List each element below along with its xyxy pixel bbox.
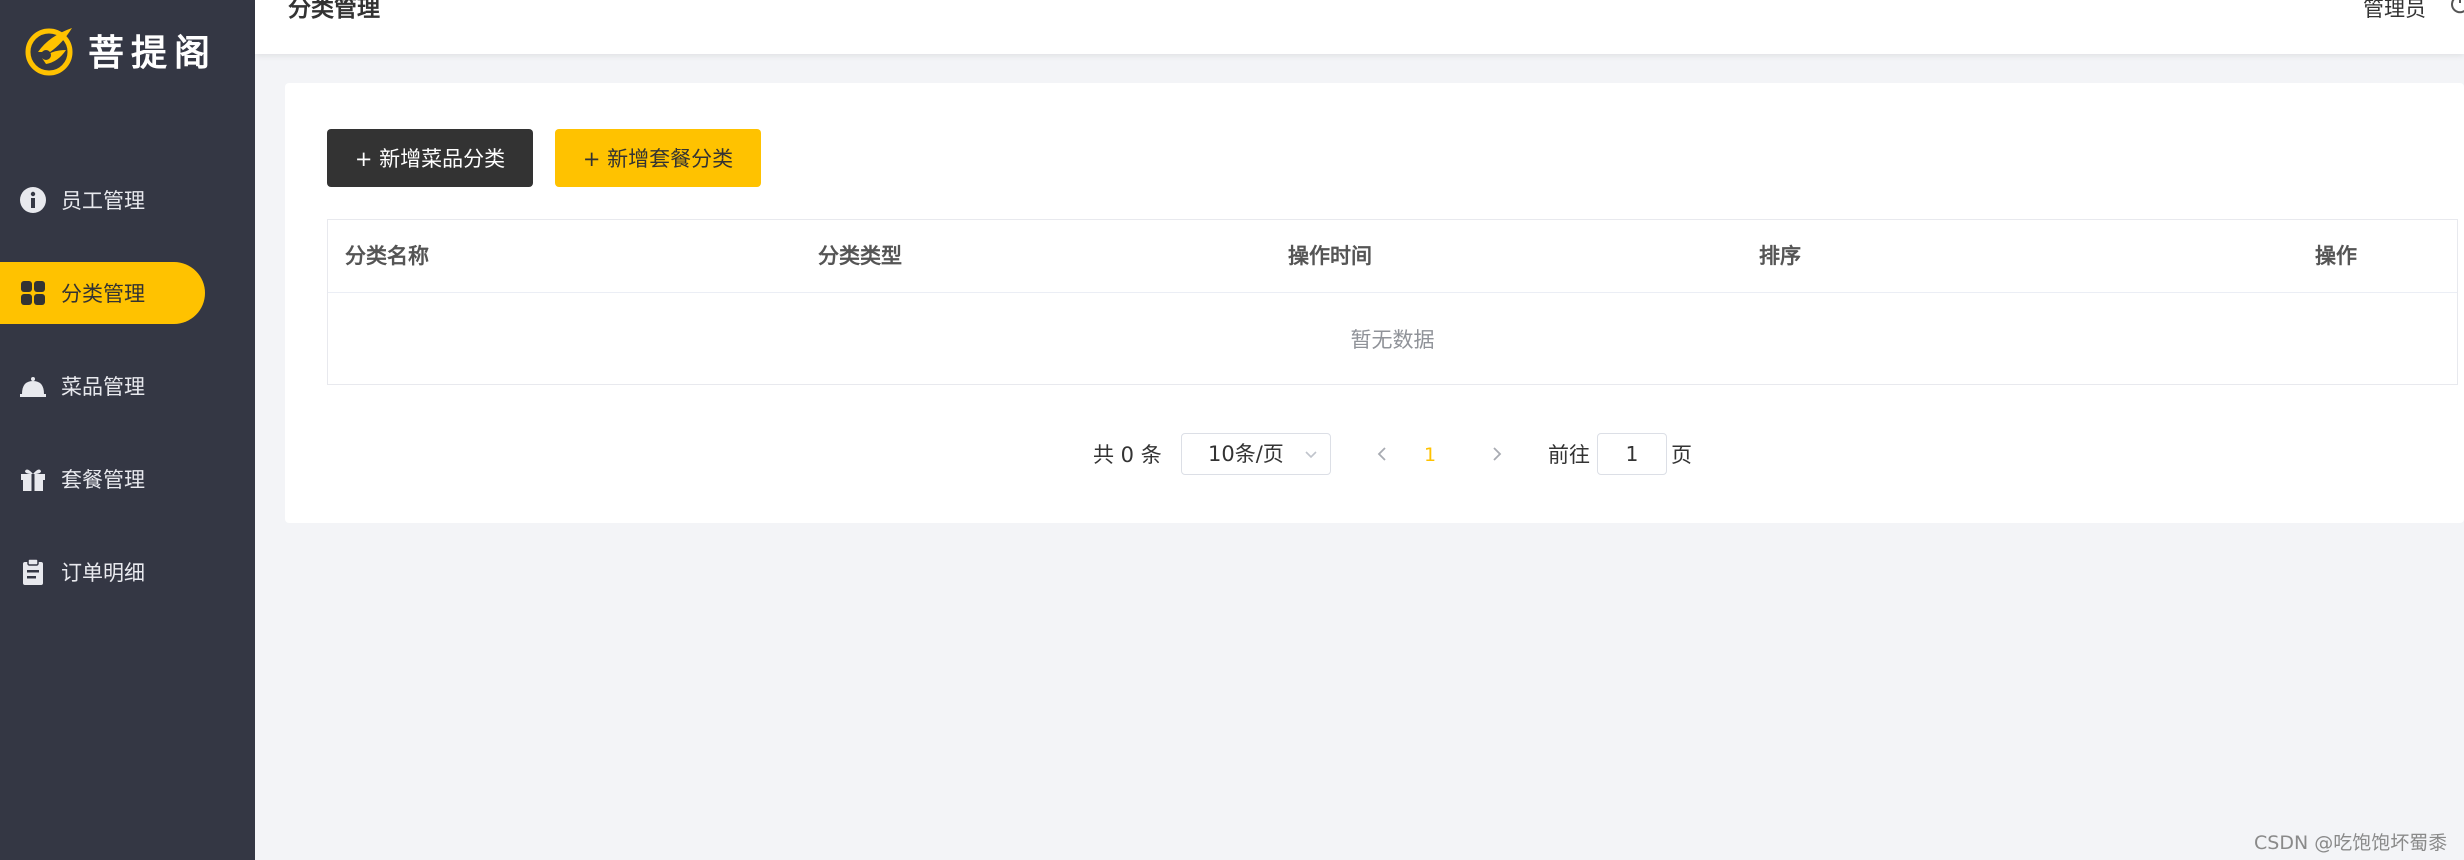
- pagination-total: 共 0 条: [1093, 443, 1162, 467]
- sidebar-item-label: 订单明细: [61, 561, 145, 585]
- add-dish-category-button[interactable]: + 新增菜品分类: [327, 129, 533, 187]
- column-header-time: 操作时间: [1288, 244, 1372, 268]
- logo-text: 菩提阁: [88, 33, 218, 74]
- sidebar-item-order[interactable]: 订单明细: [0, 541, 255, 603]
- power-icon[interactable]: [2448, 0, 2464, 16]
- column-header-action: 操作: [2315, 244, 2357, 268]
- pagination: 共 0 条 10条/页 1 前往 页: [285, 433, 2464, 477]
- sidebar-item-employee[interactable]: 员工管理: [0, 169, 255, 231]
- add-setmeal-category-button[interactable]: + 新增套餐分类: [555, 129, 761, 187]
- employee-icon: [18, 185, 48, 215]
- sidebar: 菩提阁 员工管理 分类管理 菜品管理 套餐管理 订单明细: [0, 0, 255, 860]
- sidebar-item-category[interactable]: 分类管理: [0, 262, 205, 324]
- logo-icon: [25, 28, 73, 76]
- header: 分类管理 管理员: [255, 0, 2464, 54]
- user-name[interactable]: 管理员: [2363, 0, 2426, 24]
- category-table: 分类名称 分类类型 操作时间 排序 操作 暂无数据: [327, 219, 2458, 385]
- content-card: + 新增菜品分类 + 新增套餐分类 分类名称 分类类型 操作时间 排序 操作 暂…: [285, 83, 2464, 523]
- sidebar-item-label: 员工管理: [61, 189, 145, 213]
- sidebar-item-setmeal[interactable]: 套餐管理: [0, 448, 255, 510]
- page-size-value: 10条/页: [1208, 442, 1284, 466]
- category-grid-icon: [18, 278, 48, 308]
- sidebar-item-label: 分类管理: [61, 282, 145, 306]
- clipboard-icon: [18, 557, 48, 587]
- goto-label: 前往: [1548, 443, 1590, 467]
- sidebar-item-label: 套餐管理: [61, 468, 145, 492]
- page-size-select[interactable]: 10条/页: [1181, 433, 1331, 475]
- dish-cloche-icon: [18, 371, 48, 401]
- sidebar-item-dish[interactable]: 菜品管理: [0, 355, 255, 417]
- sidebar-menu: 员工管理 分类管理 菜品管理 套餐管理 订单明细: [0, 169, 255, 634]
- goto-suffix: 页: [1671, 443, 1692, 467]
- next-page-icon[interactable]: [1486, 443, 1508, 465]
- column-header-sort: 排序: [1759, 244, 1801, 268]
- chevron-down-icon: [1305, 451, 1317, 459]
- column-header-name: 分类名称: [345, 244, 429, 268]
- column-header-type: 分类类型: [818, 244, 902, 268]
- page-number-current[interactable]: 1: [1424, 433, 1436, 477]
- gift-box-icon: [18, 464, 48, 494]
- watermark: CSDN @吃饱饱坏蜀黍: [2254, 832, 2448, 854]
- goto-page-input[interactable]: [1597, 433, 1667, 475]
- table-empty-text: 暂无数据: [1350, 327, 1435, 352]
- table-header: 分类名称 分类类型 操作时间 排序 操作: [328, 220, 2457, 293]
- sidebar-item-label: 菜品管理: [61, 375, 145, 399]
- app-root: 菩提阁 员工管理 分类管理 菜品管理 套餐管理 订单明细 分类管理 管理员 + …: [0, 0, 2464, 860]
- logo: 菩提阁: [22, 22, 217, 78]
- prev-page-icon[interactable]: [1371, 443, 1393, 465]
- page-title: 分类管理: [288, 0, 380, 22]
